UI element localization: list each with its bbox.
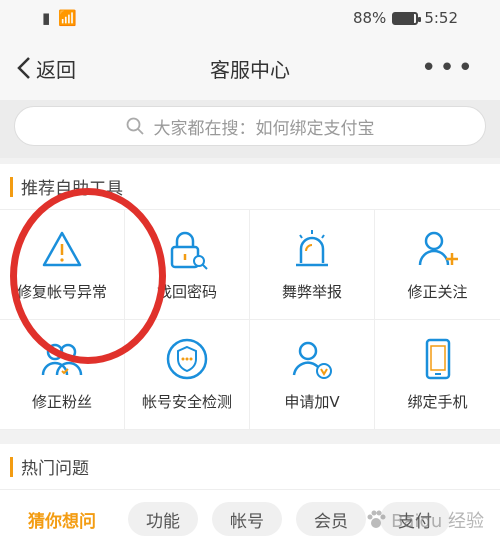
section-accent-bar <box>10 456 13 477</box>
tool-label: 申请加V <box>284 393 340 411</box>
alarm-icon <box>296 230 328 267</box>
tools-section: 推荐自助工具 修复帐号异常 找回密码 舞弊举报 修正关注 修正粉丝 帐号安全检测 <box>0 164 500 430</box>
watermark-text: Baidu 经验 <box>391 511 484 532</box>
back-button[interactable]: 返回 <box>16 54 76 83</box>
tools-section-header: 推荐自助工具 <box>0 164 500 210</box>
tool-fraud-report[interactable]: 舞弊举报 <box>250 210 375 320</box>
tool-recover-password[interactable]: 找回密码 <box>125 210 250 320</box>
search-input[interactable]: 大家都在搜：如何绑定支付宝 <box>14 106 486 146</box>
tool-label: 舞弊举报 <box>281 283 342 301</box>
lock-search-icon <box>170 231 208 270</box>
section-gap <box>0 430 500 444</box>
users-icon <box>41 343 83 376</box>
tool-label: 找回密码 <box>156 283 217 301</box>
tool-bind-phone[interactable]: 绑定手机 <box>375 320 500 430</box>
tool-label: 绑定手机 <box>407 393 468 411</box>
tool-fix-fans[interactable]: 修正粉丝 <box>0 320 125 430</box>
tab-member[interactable]: 会员 <box>296 502 366 536</box>
sim-icon: ▮ <box>42 9 51 27</box>
search-icon <box>126 117 144 135</box>
status-right: 88% 5:52 <box>353 9 458 27</box>
phone-icon <box>425 338 450 380</box>
battery-icon <box>392 11 422 25</box>
status-bar: ▮ 📶 88% 5:52 <box>0 0 500 36</box>
more-menu-button[interactable]: ••• <box>421 55 484 81</box>
battery-fill <box>394 13 414 23</box>
tool-label: 修正关注 <box>407 283 468 301</box>
paw-icon <box>367 510 386 528</box>
battery-percent: 88% <box>352 9 387 27</box>
page-title: 客服中心 <box>210 57 290 82</box>
tab-guess[interactable]: 猜你想问 <box>10 502 114 536</box>
tab-function[interactable]: 功能 <box>128 502 198 536</box>
tools-grid: 修复帐号异常 找回密码 舞弊举报 修正关注 修正粉丝 帐号安全检测 申请加V 绑… <box>0 210 500 430</box>
tools-section-title: 推荐自助工具 <box>21 179 123 199</box>
tool-security-check[interactable]: 帐号安全检测 <box>125 320 250 430</box>
chevron-left-icon <box>17 57 30 79</box>
search-placeholder: 大家都在搜：如何绑定支付宝 <box>153 118 375 139</box>
tab-account[interactable]: 帐号 <box>212 502 282 536</box>
user-add-icon <box>418 231 458 266</box>
tool-fix-account[interactable]: 修复帐号异常 <box>0 210 125 320</box>
status-left: ▮ 📶 <box>42 9 77 27</box>
search-area: 大家都在搜：如何绑定支付宝 <box>0 100 500 158</box>
clock: 5:52 <box>424 9 458 27</box>
nav-bar: 返回 客服中心 ••• <box>0 36 500 100</box>
hot-section-title: 热门问题 <box>21 459 89 479</box>
user-verified-icon <box>292 341 332 379</box>
tool-label: 修正粉丝 <box>31 393 92 411</box>
wifi-icon: 📶 <box>58 9 77 27</box>
tool-label: 修复帐号异常 <box>16 283 107 301</box>
shield-icon <box>166 338 208 380</box>
tool-apply-verified[interactable]: 申请加V <box>250 320 375 430</box>
tool-fix-follow[interactable]: 修正关注 <box>375 210 500 320</box>
warning-icon <box>42 231 82 267</box>
back-label: 返回 <box>36 57 76 82</box>
baidu-watermark: Baidu 经验 <box>365 507 484 533</box>
section-accent-bar <box>10 176 13 197</box>
tool-label: 帐号安全检测 <box>141 393 232 411</box>
hot-section-header: 热门问题 <box>0 444 500 490</box>
